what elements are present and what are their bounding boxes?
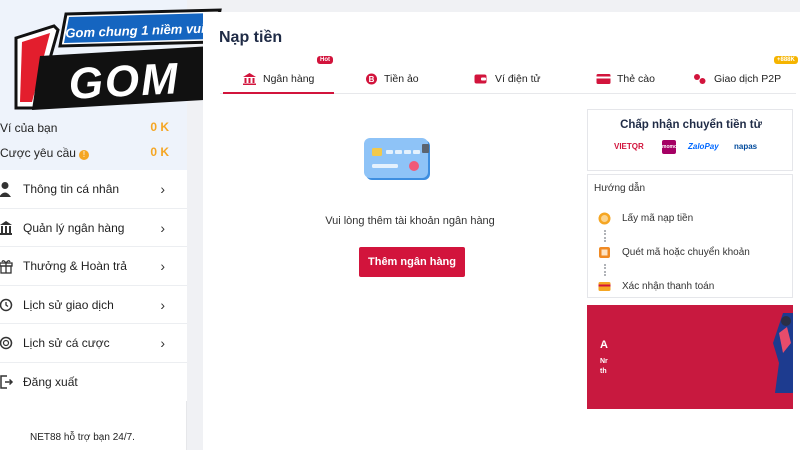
deposit-panel: Nạp tiền Ngân hàng Hot B Tiền ảo Ví điện… [203, 12, 800, 450]
guide-title: Hướng dẫn [594, 183, 646, 194]
guide-step-label: Lấy mã nạp tiền [622, 213, 694, 224]
chevron-right-icon: › [160, 258, 165, 274]
menu-item-logout[interactable]: Đăng xuất [0, 362, 187, 401]
account-menu: Thông tin cá nhân › Quản lý ngân hàng › … [0, 170, 187, 401]
guide-step-label: Quét mã hoặc chuyển khoản [622, 247, 750, 258]
promo-banner[interactable]: A Nr th [587, 305, 793, 409]
partner-logos: VIETQR momo ZaloPay napas [606, 140, 781, 154]
menu-item-label: Lịch sử cá cược [23, 336, 110, 350]
step-connector [604, 264, 606, 276]
logo-graphic: Gom chung 1 niềm vui ! GOM [14, 8, 222, 110]
crypto-icon: B [366, 73, 377, 85]
bank-icon [243, 73, 256, 85]
menu-item-bet-history[interactable]: Lịch sử cá cược › [0, 324, 187, 363]
tab-label: Tiền ảo [384, 73, 419, 85]
promo-text: A [600, 339, 608, 351]
wager-value: 0 K [150, 145, 169, 159]
chevron-right-icon: › [160, 181, 165, 197]
tab-ewallet[interactable]: Ví điện tử [470, 64, 560, 94]
chevron-right-icon: › [160, 219, 165, 236]
tab-label: Thẻ cào [617, 73, 655, 85]
coin-icon [598, 212, 611, 225]
wager-label: Cược yêu cầu [0, 146, 76, 160]
zalopay-logo: ZaloPay [688, 142, 719, 151]
menu-item-label: Thưởng & Hoàn trả [23, 259, 127, 273]
menu-item-transaction-history[interactable]: Lịch sử giao dịch › [0, 285, 187, 324]
logout-icon [0, 374, 14, 389]
wager-requirement-row: Cược yêu cầu! 0 K [0, 143, 187, 163]
momo-logo: momo [662, 140, 677, 154]
brand-logo[interactable]: Gom chung 1 niềm vui ! GOM [14, 8, 224, 118]
menu-item-label: Quản lý ngân hàng [23, 220, 125, 235]
deposit-method-tabs: Ngân hàng Hot B Tiền ảo Ví điện tử Thẻ c… [220, 56, 798, 94]
vietqr-logo: VIETQR [614, 142, 644, 151]
menu-item-personal-info[interactable]: Thông tin cá nhân › [0, 170, 187, 209]
tab-label: Ví điện tử [495, 73, 541, 85]
p2p-icon [694, 74, 706, 84]
credit-card-icon [364, 138, 430, 180]
menu-item-label: Lịch sử giao dịch [23, 297, 114, 312]
info-icon[interactable]: ! [78, 150, 89, 160]
user-icon [0, 182, 11, 197]
tab-label: Giao dịch P2P [714, 73, 782, 85]
menu-item-bank-management[interactable]: Quản lý ngân hàng › [0, 208, 187, 247]
menu-item-rewards-rebates[interactable]: Thưởng & Hoàn trả › [0, 247, 187, 286]
step-connector [604, 230, 606, 242]
hot-badge: Hot [317, 56, 333, 64]
wallet-label: Ví của bạn [0, 121, 58, 135]
bank-icon [0, 220, 12, 235]
gift-icon [0, 260, 13, 274]
promo-text: th [600, 368, 607, 375]
support-notice: NET88 hỗ trợ bạn 24/7. [30, 432, 135, 443]
payment-card-icon [598, 282, 611, 291]
svg-text:GOM: GOM [67, 54, 181, 109]
chevron-right-icon: › [160, 335, 165, 351]
wallet-value: 0 K [150, 120, 169, 134]
empty-bank-message: Vui lòng thêm tài khoản ngân hàng [325, 215, 495, 227]
guide-step: Lấy mã nạp tiền [598, 211, 788, 227]
empty-bank-state: Vui lòng thêm tài khoản ngân hàng Thêm n… [220, 122, 570, 302]
wallet-balance-row: Ví của bạn 0 K [0, 118, 187, 138]
guide-step-label: Xác nhận thanh toán [622, 281, 715, 292]
ewallet-icon [474, 74, 487, 84]
history-icon [0, 298, 13, 311]
promo-player-image [773, 313, 793, 393]
chevron-right-icon: › [160, 296, 165, 313]
qr-scan-icon [599, 247, 610, 258]
guide-step: Xác nhận thanh toán [598, 279, 788, 295]
svg-text:B: B [369, 75, 375, 84]
tab-bank[interactable]: Ngân hàng Hot [223, 56, 334, 94]
menu-item-label: Đăng xuất [23, 374, 78, 389]
deposit-guide: Hướng dẫn Lấy mã nạp tiền Quét mã hoặc c… [587, 174, 793, 298]
tab-scratch-card[interactable]: Thẻ cào [592, 64, 662, 94]
add-bank-button[interactable]: Thêm ngân hàng [359, 247, 465, 277]
accepted-sources-box: Chấp nhận chuyển tiền từ VIETQR momo Zal… [587, 109, 793, 171]
tab-crypto[interactable]: B Tiền ảo [360, 64, 430, 94]
card-icon [596, 74, 611, 84]
napas-logo: napas [734, 142, 758, 151]
menu-item-label: Thông tin cá nhân [23, 182, 120, 196]
bonus-badge: +888K [774, 56, 798, 64]
promo-text: Nr [600, 358, 608, 365]
bet-history-icon [0, 336, 13, 350]
page-title: Nạp tiền [219, 29, 283, 46]
tab-label: Ngân hàng [263, 73, 315, 85]
tab-p2p[interactable]: Giao dịch P2P +888K [690, 56, 798, 94]
guide-step: Quét mã hoặc chuyển khoản [598, 245, 788, 261]
accepted-sources-title: Chấp nhận chuyển tiền từ [620, 119, 762, 131]
